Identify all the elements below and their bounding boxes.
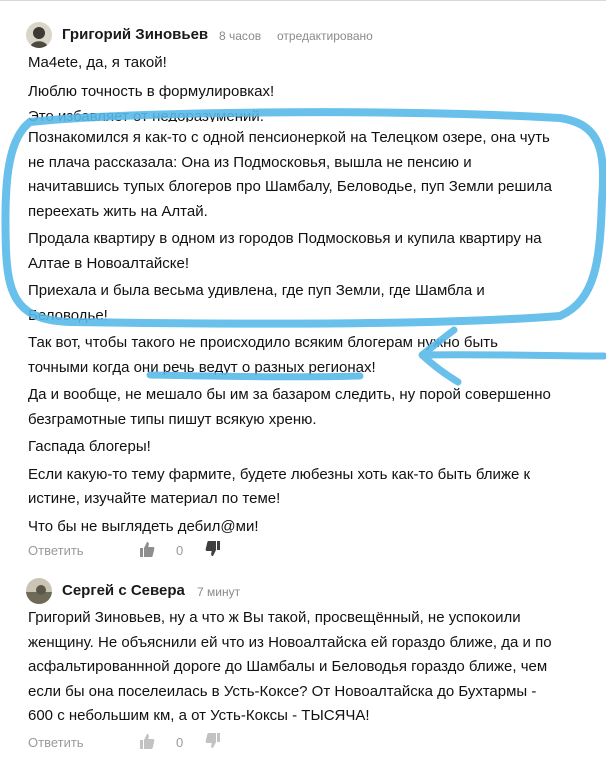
- thumbs-up-icon[interactable]: [138, 732, 156, 755]
- comment-line: женщину. Не объяснили ей что из Новоалта…: [28, 633, 552, 651]
- like-count: 0: [176, 735, 184, 750]
- comment-line: начитавшись тупых блогеров про Шамбалу, …: [28, 178, 553, 195]
- comment-line: асфальтированнной дороге до Шамбалы и Бе…: [28, 658, 548, 675]
- comment-author[interactable]: Сергей с Севера: [62, 582, 185, 599]
- comment-header: Сергей с Севера 7 минут: [0, 576, 606, 608]
- edited-label: отредактировано: [277, 29, 373, 43]
- top-divider: [0, 0, 606, 1]
- reply-button[interactable]: Ответить: [28, 543, 84, 558]
- avatar[interactable]: [26, 22, 52, 48]
- avatar[interactable]: [26, 578, 52, 604]
- comment-line: Если какую-то тему фармите, будете любез…: [28, 465, 531, 483]
- comment-line: Да и вообще, не мешало бы им за базаром …: [28, 386, 551, 403]
- comment-line: Что бы не выглядеть дебил@ми!: [28, 517, 259, 535]
- comment-line: Познакомился я как-то с одной пенсионерк…: [28, 129, 550, 146]
- comment-actions: Ответить 0: [28, 540, 328, 562]
- reply-button[interactable]: Ответить: [28, 735, 84, 750]
- like-count: 0: [176, 543, 184, 558]
- comment-line: не плача рассказала: Она из Подмосковья,…: [28, 153, 472, 171]
- thumbs-down-icon[interactable]: [204, 540, 222, 563]
- comment-line: Григорий Зиновьев, ну а что ж Вы такой, …: [28, 609, 521, 626]
- comment-text: Ma4ete, да, я такой! Люблю точность в фо…: [28, 51, 598, 539]
- comment-author[interactable]: Григорий Зиновьев: [62, 26, 208, 43]
- comment-line: Это избавляет от недоразумений.: [28, 108, 264, 122]
- comment-line: Беловодье!: [28, 306, 108, 324]
- comment-line: если бы она поселеилась в Усть-Коксе? От…: [28, 682, 537, 700]
- comment-1: Григорий Зиновьев 8 часов отредактирован…: [0, 20, 606, 558]
- comment-header: Григорий Зиновьев 8 часов отредактирован…: [0, 20, 606, 52]
- comment-line: Продала квартиру в одном из городов Подм…: [28, 230, 542, 247]
- comment-time: 7 минут: [197, 585, 241, 599]
- comment-actions: Ответить 0: [28, 732, 328, 754]
- comment-line: Алтае в Новоалтайске!: [28, 254, 190, 272]
- comment-line: Гаспада блогеры!: [28, 438, 151, 455]
- comment-line: Ma4ete, да, я такой!: [28, 54, 167, 71]
- comment-line: Приехала и была весьма удивлена, где пуп…: [28, 282, 485, 299]
- comment-line: 600 с небольшим км, а от Усть-Коксы - ТЫ…: [28, 707, 370, 724]
- comment-line: точными когда они речь ведут о разных ре…: [28, 358, 376, 376]
- thumbs-up-icon[interactable]: [138, 540, 156, 563]
- thumbs-down-icon[interactable]: [204, 732, 222, 755]
- comment-line: Люблю точность в формулировках!: [28, 82, 275, 100]
- comment-line: Так вот, чтобы такого не происходило вся…: [28, 334, 498, 351]
- comment-line: переехать жить на Алтай.: [28, 202, 208, 220]
- comment-line: истине, изучайте материал по теме!: [28, 490, 281, 507]
- comment-2: Сергей с Севера 7 минут Григорий Зиновье…: [0, 576, 606, 750]
- comment-time: 8 часов: [219, 29, 262, 43]
- comment-line: безграмотные типы пишут всякую хреню.: [28, 410, 317, 428]
- comment-text: Григорий Зиновьев, ну а что ж Вы такой, …: [28, 606, 598, 729]
